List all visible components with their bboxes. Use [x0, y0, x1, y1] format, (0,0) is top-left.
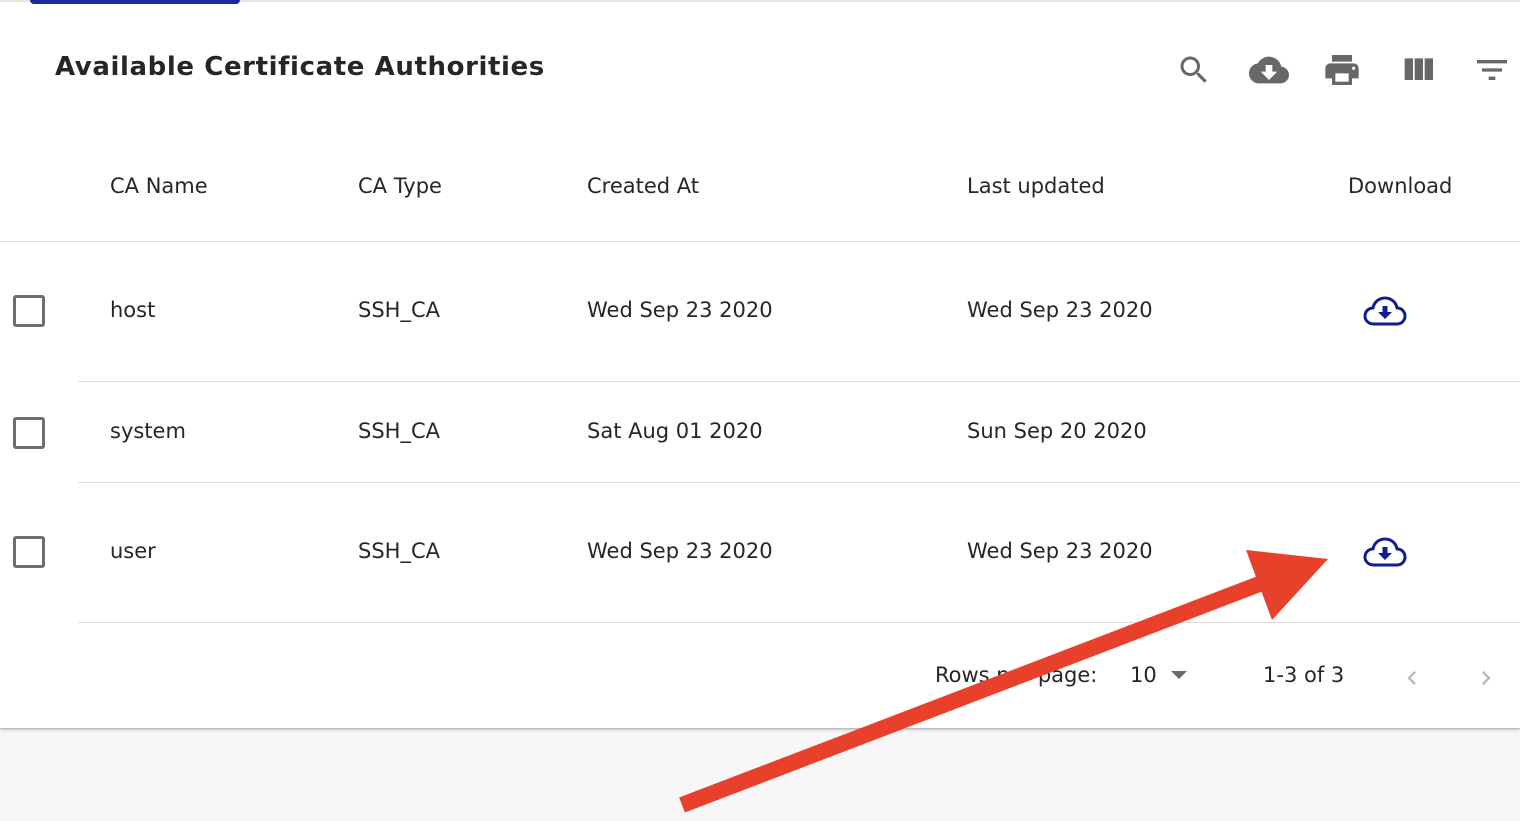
chevron-down-icon[interactable] [1171, 671, 1187, 679]
ca-type-cell: SSH_CA [358, 539, 440, 563]
ca-type-cell: SSH_CA [358, 419, 440, 443]
table-row[interactable]: system SSH_CA Sat Aug 01 2020 Sun Sep 20… [0, 382, 1520, 483]
ca-table-card: Available Certificate Authorities CA Nam… [0, 0, 1520, 728]
rows-per-page-value: 10 [1130, 663, 1157, 687]
ca-name-cell: user [110, 539, 156, 563]
previous-page-button[interactable] [1392, 658, 1432, 698]
table-header-row: CA Name CA Type Created At Last updated … [0, 132, 1520, 242]
row-checkbox[interactable] [13, 417, 45, 449]
ca-type-cell: SSH_CA [358, 298, 440, 322]
column-header-download: Download [1348, 174, 1453, 198]
column-header-ca-name[interactable]: CA Name [110, 174, 208, 198]
column-header-ca-type[interactable]: CA Type [358, 174, 442, 198]
last-updated-cell: Wed Sep 23 2020 [967, 539, 1153, 563]
chevron-right-icon [1482, 671, 1491, 685]
column-header-last-updated[interactable]: Last updated [967, 174, 1105, 198]
row-checkbox[interactable] [13, 536, 45, 568]
cloud-download-icon[interactable] [1363, 295, 1407, 329]
print-icon[interactable] [1322, 50, 1362, 90]
table-row[interactable]: host SSH_CA Wed Sep 23 2020 Wed Sep 23 2… [0, 242, 1520, 382]
search-icon[interactable] [1174, 50, 1214, 90]
pagination-footer: Rows per page: 10 1-3 of 3 [0, 624, 1520, 730]
created-at-cell: Wed Sep 23 2020 [587, 298, 773, 322]
row-divider [78, 622, 1520, 623]
filter-icon[interactable] [1472, 50, 1512, 90]
last-updated-cell: Wed Sep 23 2020 [967, 298, 1153, 322]
rows-per-page-label: Rows per page: [935, 663, 1098, 687]
cloud-download-icon[interactable] [1246, 50, 1292, 90]
ca-name-cell: system [110, 419, 186, 443]
next-page-button[interactable] [1466, 658, 1506, 698]
view-columns-icon[interactable] [1398, 50, 1438, 90]
cloud-download-icon[interactable] [1363, 536, 1407, 570]
created-at-cell: Wed Sep 23 2020 [587, 539, 773, 563]
chevron-left-icon [1407, 671, 1416, 685]
created-at-cell: Sat Aug 01 2020 [587, 419, 763, 443]
table-title: Available Certificate Authorities [55, 52, 545, 82]
table-row[interactable]: user SSH_CA Wed Sep 23 2020 Wed Sep 23 2… [0, 483, 1520, 623]
ca-name-cell: host [110, 298, 156, 322]
column-header-created-at[interactable]: Created At [587, 174, 699, 198]
last-updated-cell: Sun Sep 20 2020 [967, 419, 1147, 443]
pagination-range: 1-3 of 3 [1263, 663, 1345, 687]
row-checkbox[interactable] [13, 295, 45, 327]
top-accent-bar [30, 0, 240, 4]
